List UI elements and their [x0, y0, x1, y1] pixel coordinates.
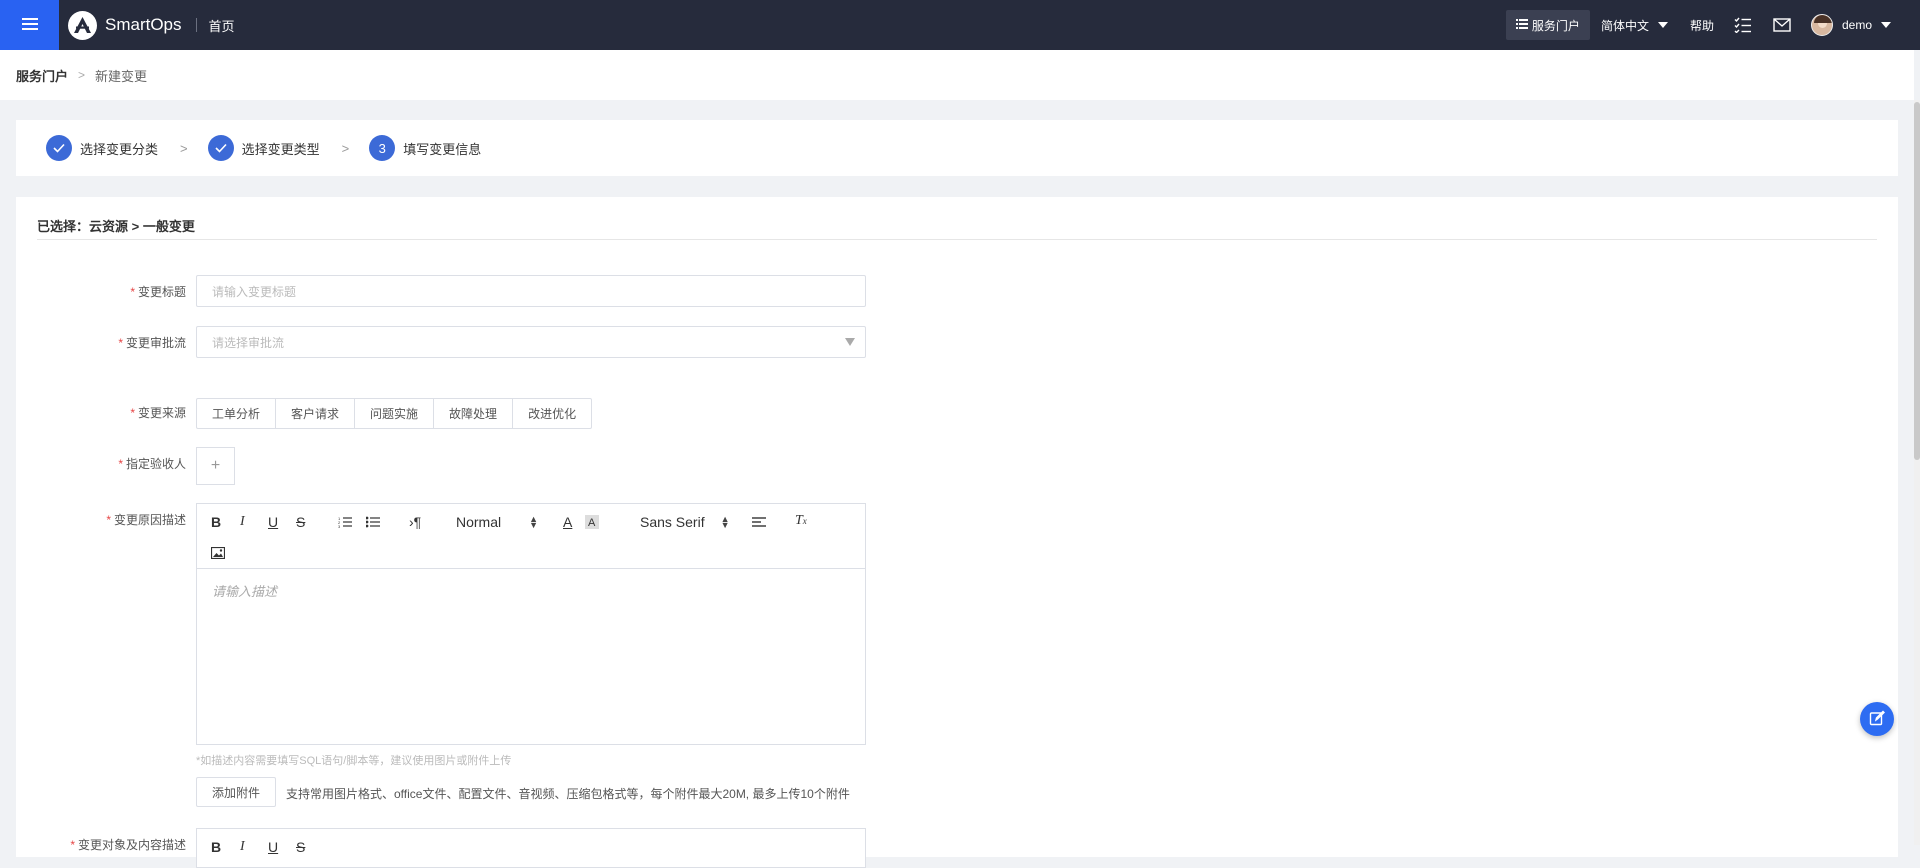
strikethrough-icon[interactable]: S — [296, 838, 305, 856]
add-acceptor-button[interactable]: + — [196, 447, 235, 485]
acceptor-label: * 指定验收人 — [118, 457, 186, 471]
italic-icon[interactable]: I — [240, 513, 245, 531]
chevron-down-icon — [1657, 22, 1668, 28]
reason-label: * 变更原因描述 — [106, 513, 186, 527]
reason-rich-editor: B I U S 123 ›¶ Normal ▲ ▼ A A Sans Serif … — [196, 503, 866, 745]
top-navbar: SmartOps 首页 服务门户 简体中文 帮助 demo — [0, 0, 1920, 50]
change-form: 已选择：云资源 > 一般变更 * 变更标题 请输入变更标题 * 变更审批流 请选择审… — [16, 197, 1898, 868]
font-size-select[interactable]: Normal ▲ ▼ — [456, 514, 538, 530]
step-3: 3 填写变更信息 — [369, 135, 481, 161]
title-placeholder: 请输入变更标题 — [212, 284, 297, 299]
background-color-icon[interactable]: A — [585, 513, 599, 531]
chevron-down-icon — [1881, 22, 1891, 28]
mail-icon[interactable] — [1772, 15, 1792, 35]
bullet-list-icon[interactable] — [366, 513, 380, 531]
bold-icon[interactable]: B — [211, 838, 221, 856]
image-icon[interactable] — [211, 544, 225, 562]
source-option[interactable]: 改进优化 — [513, 398, 593, 429]
divider — [195, 18, 197, 32]
chevron-right-icon: > — [180, 140, 188, 156]
avatar — [1810, 14, 1833, 36]
font-family-select[interactable]: Sans Serif ▲ ▼ — [640, 514, 730, 530]
selected-category: 已选择：云资源 > 一般变更 — [37, 219, 195, 234]
breadcrumb-root[interactable]: 服务门户 — [16, 66, 68, 85]
svg-text:A: A — [588, 517, 596, 529]
title-input[interactable]: 请输入变更标题 — [196, 275, 866, 307]
approval-select[interactable]: 请选择审批流 — [196, 326, 866, 358]
object-rich-editor: B I U S — [196, 828, 866, 868]
list-icon — [1515, 18, 1528, 32]
editor-toolbar: B I U S — [197, 829, 865, 867]
check-icon — [207, 135, 234, 161]
divider — [37, 239, 1877, 240]
source-label: * 变更来源 — [130, 406, 186, 420]
source-option[interactable]: 工单分析 — [196, 398, 277, 429]
step-1: 选择变更分类 — [46, 135, 158, 161]
updown-icon: ▲ ▼ — [720, 514, 730, 530]
bold-icon[interactable]: B — [211, 513, 221, 531]
font-size-value: Normal — [456, 514, 502, 530]
smartops-logo-icon — [68, 10, 97, 40]
language-dropdown[interactable]: 简体中文 — [1601, 17, 1668, 34]
chevron-right-icon: > — [341, 140, 350, 156]
app-logo[interactable]: SmartOps — [68, 10, 182, 40]
source-option[interactable]: 故障处理 — [434, 398, 514, 429]
font-family-value: Sans Serif — [640, 514, 705, 530]
service-portal-button[interactable]: 服务门户 — [1505, 10, 1590, 40]
scrollbar-thumb[interactable] — [1914, 102, 1920, 460]
reason-editor-body[interactable]: 请输入描述 — [197, 569, 865, 744]
clear-format-icon[interactable]: Tx — [795, 512, 807, 530]
task-list-icon[interactable] — [1733, 15, 1753, 35]
home-link[interactable]: 首页 — [209, 16, 235, 35]
approval-placeholder: 请选择审批流 — [212, 335, 285, 350]
attachment-note: 支持常用图片格式、office文件、配置文件、音视频、压缩包格式等，每个附件最大… — [286, 787, 850, 801]
user-menu[interactable]: demo — [1810, 14, 1891, 36]
italic-icon[interactable]: I — [240, 838, 245, 856]
strikethrough-icon[interactable]: S — [296, 513, 305, 531]
align-left-icon[interactable] — [752, 513, 766, 531]
text-color-icon[interactable]: A — [563, 513, 572, 531]
service-portal-label: 服务门户 — [1531, 18, 1580, 33]
user-name: demo — [1841, 18, 1872, 32]
step-2: 选择变更类型 — [207, 135, 320, 161]
add-attachment-button[interactable]: 添加附件 — [196, 777, 277, 807]
underline-icon[interactable]: U — [268, 513, 278, 531]
top-right-actions: 服务门户 简体中文 帮助 demo — [1505, 0, 1920, 50]
step-label: 选择变更分类 — [80, 141, 159, 157]
svg-text:3: 3 — [338, 524, 341, 528]
title-label: * 变更标题 — [130, 285, 186, 299]
breadcrumb: 服务门户 > 新建变更 — [0, 50, 1914, 100]
app-name: SmartOps — [105, 15, 182, 34]
updown-icon: ▲ ▼ — [529, 514, 539, 530]
source-option[interactable]: 客户请求 — [276, 398, 356, 429]
step-number: 3 — [369, 135, 396, 161]
description-hint: *如描述内容需要填写SQL语句/脚本等，建议使用图片或附件上传 — [196, 755, 512, 767]
help-link[interactable]: 帮助 — [1690, 17, 1714, 34]
hamburger-icon — [21, 17, 38, 34]
reason-placeholder: 请输入描述 — [212, 584, 278, 599]
steps-panel: 选择变更分类 > 选择变更类型 > 3 填写变更信息 — [16, 120, 1898, 176]
language-label: 简体中文 — [1600, 18, 1649, 33]
edit-icon — [1869, 710, 1885, 729]
chevron-right-icon: > — [78, 68, 86, 82]
caret-down-icon — [845, 338, 855, 346]
breadcrumb-current: 新建变更 — [95, 68, 148, 84]
source-option[interactable]: 问题实施 — [355, 398, 435, 429]
step-label: 填写变更信息 — [403, 141, 482, 157]
step-label: 选择变更类型 — [241, 141, 320, 157]
menu-toggle-button[interactable] — [0, 0, 59, 50]
approval-label: * 变更审批流 — [118, 336, 186, 350]
check-icon — [46, 135, 72, 161]
ordered-list-icon[interactable]: 123 — [338, 513, 352, 531]
edit-fab[interactable] — [1860, 702, 1894, 736]
text-direction-icon[interactable]: ›¶ — [409, 513, 421, 531]
source-segmented-control: 工单分析 客户请求 问题实施 故障处理 改进优化 — [196, 398, 593, 429]
editor-toolbar: B I U S 123 ›¶ Normal ▲ ▼ A A Sans Serif … — [197, 504, 865, 569]
underline-icon[interactable]: U — [268, 838, 278, 856]
page-scrollbar[interactable] — [1914, 100, 1920, 845]
